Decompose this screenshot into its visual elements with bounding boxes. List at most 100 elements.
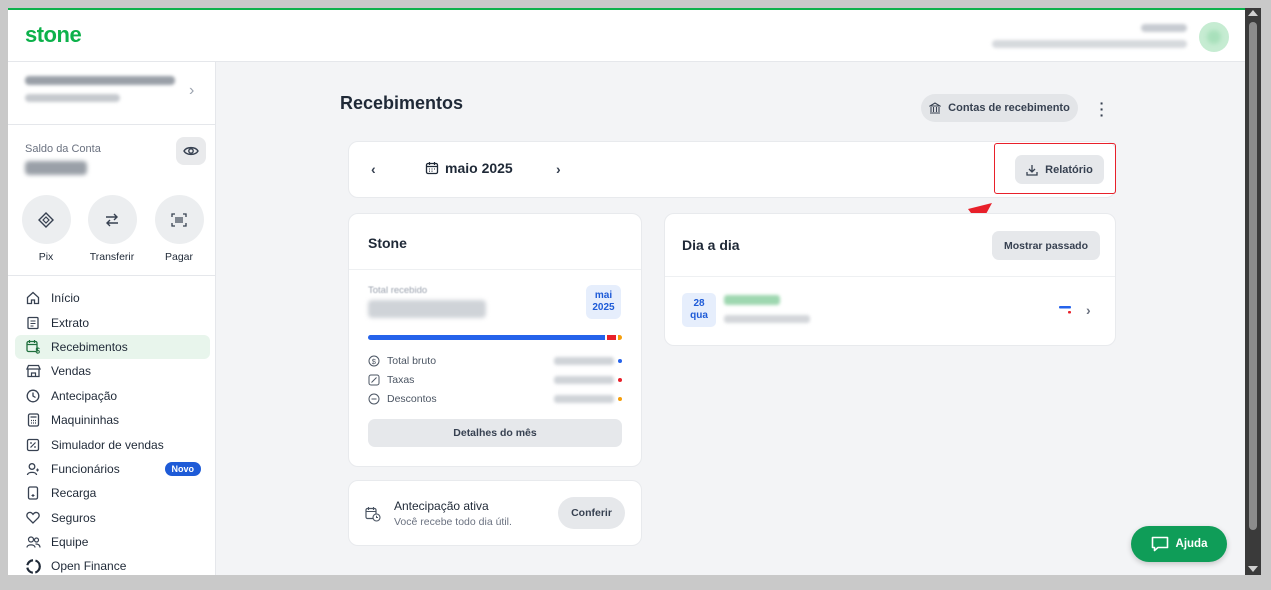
- legend-dot: [618, 359, 622, 363]
- heart-icon: [26, 511, 40, 525]
- sidebar-item-label: Equipe: [51, 535, 89, 550]
- legend-value-redacted: [554, 376, 614, 384]
- card-divider: [349, 269, 641, 270]
- sidebar-item-recebimentos[interactable]: $ Recebimentos: [15, 334, 210, 360]
- stone-summary-card: Stone Total recebido mai 2025 $ Total br…: [348, 213, 642, 467]
- sidebar-nav: Início Extrato $ Recebimentos Vendas Ant…: [15, 286, 210, 575]
- bar-segment-taxas: [607, 335, 616, 340]
- month-label: maio 2025: [445, 160, 513, 176]
- sidebar-item-label: Simulador de vendas: [51, 437, 164, 452]
- scroll-down-arrow-icon[interactable]: [1248, 566, 1258, 572]
- antecipacao-subtitle: Você recebe todo dia útil.: [394, 516, 512, 528]
- sidebar-item-label: Extrato: [51, 315, 90, 330]
- scroll-up-arrow-icon[interactable]: [1248, 10, 1258, 16]
- mostrar-passado-button[interactable]: Mostrar passado: [992, 231, 1100, 260]
- day-breakdown-marks: [1059, 306, 1071, 314]
- chat-icon: [1151, 536, 1168, 552]
- sidebar-item-antecipacao[interactable]: Antecipação: [15, 384, 210, 408]
- sidebar-item-funcionarios[interactable]: Funcionários Novo: [15, 457, 210, 481]
- quick-action-transferir[interactable]: Transferir: [87, 195, 137, 263]
- bar-segment-descontos: [618, 335, 622, 340]
- clock-icon: [26, 389, 40, 403]
- user-email-redacted: [992, 40, 1187, 48]
- more-options-icon[interactable]: · · ·: [1098, 96, 1106, 122]
- home-icon: [26, 291, 40, 305]
- avatar[interactable]: [1199, 22, 1229, 52]
- sidebar-item-equipe[interactable]: Equipe: [15, 530, 210, 554]
- legend-value-redacted: [554, 357, 614, 365]
- page-title: Recebimentos: [340, 93, 464, 113]
- day-amount-redacted: [724, 295, 780, 305]
- top-header: stone: [8, 10, 1245, 62]
- account-selector[interactable]: ›: [8, 62, 216, 125]
- scrollbar[interactable]: [1245, 8, 1261, 575]
- sidebar-item-label: Vendas: [51, 364, 92, 379]
- legend-value-redacted: [554, 395, 614, 403]
- barcode-icon: [171, 212, 187, 227]
- account-document-redacted: [25, 94, 120, 102]
- calendar-icon: [425, 162, 439, 175]
- scrollbar-thumb[interactable]: [1249, 22, 1257, 530]
- bank-icon: [929, 102, 942, 114]
- stone-logo[interactable]: stone: [25, 22, 82, 48]
- dia-a-dia-title: Dia a dia: [682, 237, 740, 253]
- store-icon: [25, 365, 41, 378]
- calculator-icon: [26, 438, 40, 451]
- sidebar-item-seguros[interactable]: Seguros: [15, 506, 210, 530]
- highlight-box: [994, 143, 1116, 194]
- legend-taxas: Taxas: [368, 372, 622, 388]
- sidebar-item-inicio[interactable]: Início: [15, 286, 210, 310]
- sidebar-item-simulador[interactable]: Simulador de vendas: [15, 432, 210, 456]
- month-picker[interactable]: maio 2025: [425, 160, 513, 176]
- day-badge: 28 qua: [682, 293, 716, 327]
- period-badge: mai 2025: [586, 285, 621, 319]
- sidebar-item-label: Open Finance: [51, 559, 127, 574]
- percent-icon: [368, 374, 380, 386]
- total-recebido-value-redacted: [368, 300, 486, 318]
- receipt-icon: [27, 316, 39, 329]
- chevron-right-icon[interactable]: ›: [556, 161, 561, 177]
- legend-label: Descontos: [387, 393, 437, 405]
- progress-bar: [368, 335, 622, 340]
- conferir-button[interactable]: Conferir: [558, 497, 625, 529]
- user-name-redacted: [1141, 24, 1187, 32]
- legend-label: Total bruto: [387, 355, 437, 367]
- total-recebido-label: Total recebido: [368, 285, 428, 296]
- quick-action-pix[interactable]: Pix: [21, 195, 71, 263]
- contas-de-recebimento-button[interactable]: Contas de recebimento: [921, 94, 1078, 122]
- sidebar-item-label: Seguros: [51, 510, 96, 525]
- chevron-right-icon[interactable]: ›: [1086, 302, 1091, 318]
- day-detail-redacted: [724, 315, 810, 323]
- eye-icon: [183, 146, 199, 156]
- sidebar-item-vendas[interactable]: Vendas: [15, 359, 210, 383]
- sidebar-item-recarga[interactable]: Recarga: [15, 481, 210, 505]
- quick-action-pagar[interactable]: Pagar: [154, 195, 204, 263]
- card-title: Stone: [368, 235, 407, 251]
- chevron-left-icon[interactable]: ‹: [371, 161, 376, 177]
- bar-segment-bruto: [368, 335, 605, 340]
- toggle-balance-button[interactable]: [176, 137, 206, 165]
- saldo-value-redacted: [25, 161, 87, 175]
- sidebar-item-open-finance[interactable]: Open Finance: [15, 554, 210, 575]
- sidebar-item-extrato[interactable]: Extrato: [15, 310, 210, 334]
- svg-text:$: $: [372, 357, 377, 366]
- quick-action-label: Pix: [38, 251, 54, 263]
- ajuda-button[interactable]: Ajuda: [1131, 526, 1227, 562]
- period-month: mai: [594, 290, 613, 301]
- pix-icon: [38, 211, 54, 228]
- legend-descontos: Descontos: [368, 391, 622, 407]
- detalhes-do-mes-button[interactable]: Detalhes do mês: [368, 419, 622, 447]
- phone-icon: [27, 486, 39, 500]
- antecipacao-card: Antecipação ativa Você recebe todo dia ú…: [348, 480, 642, 546]
- sidebar-divider: [8, 275, 216, 276]
- svg-text:$: $: [35, 347, 40, 355]
- calendar-money-icon: $: [25, 340, 40, 355]
- dollar-circle-icon: $: [368, 355, 380, 367]
- chevron-right-icon: ›: [189, 82, 195, 99]
- sidebar-item-maquininhas[interactable]: Maquininhas: [15, 408, 210, 432]
- team-icon: [25, 536, 41, 548]
- calendar-clock-icon: [365, 507, 381, 522]
- sidebar-item-label: Antecipação: [51, 388, 118, 403]
- account-name-redacted: [25, 76, 175, 85]
- legend-dot: [618, 397, 622, 401]
